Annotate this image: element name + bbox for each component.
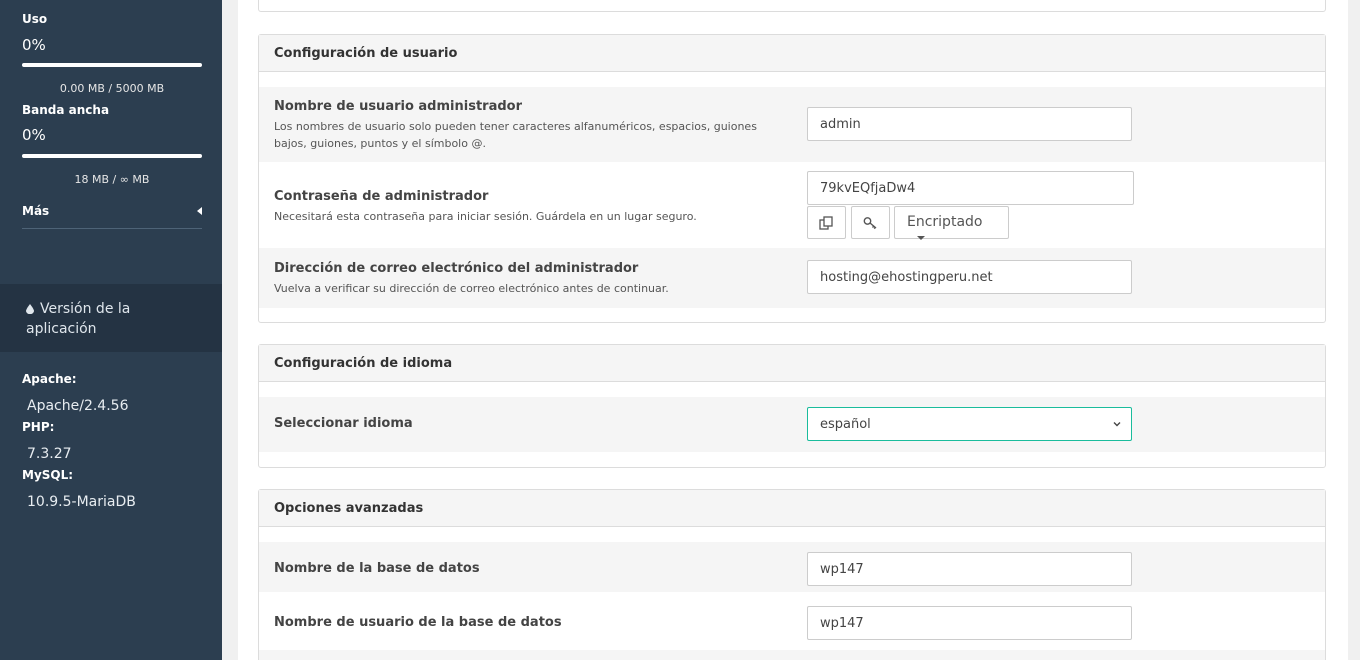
admin-email-description: Vuelva a verificar su dirección de corre… [274,282,669,295]
bandwidth-label: Banda ancha [22,103,110,117]
db-name-label: Nombre de la base de datos [274,561,480,576]
more-toggle[interactable]: Más [22,204,202,218]
app-version-header: Versión de la aplicación [0,284,222,352]
previous-section-card [258,0,1326,12]
next-row [259,650,1325,660]
more-label: Más [22,204,50,218]
php-label: PHP: [22,420,55,434]
encryption-dropdown[interactable]: Encriptado [894,206,1009,240]
apache-value: Apache/2.4.56 [27,398,129,414]
php-value: 7.3.27 [27,446,72,462]
admin-password-label: Contraseña de administrador [274,189,489,204]
db-name-row: Nombre de la base de datos wp147 [259,542,1325,592]
advanced-options-card: Opciones avanzadas Nombre de la base de … [258,489,1326,660]
key-icon [863,217,877,230]
language-row: Seleccionar idioma español [259,397,1325,452]
db-name-input[interactable]: wp147 [807,552,1132,586]
db-user-row: Nombre de usuario de la base de datos wp… [259,592,1325,647]
admin-username-input[interactable]: admin [807,107,1132,141]
main-content: Configuración de usuario Nombre de usuar… [238,0,1348,660]
language-config-card: Configuración de idioma Seleccionar idio… [258,344,1326,468]
usage-label: Uso [22,12,48,26]
bandwidth-progress-bar [22,154,202,158]
app-version-label: Versión de la aplicación [26,301,131,337]
encryption-label: Encriptado [907,214,983,230]
caret-down-icon [917,236,925,240]
caret-left-icon [197,207,202,215]
admin-password-description: Necesitará esta contraseña para iniciar … [274,210,697,223]
chevron-down-icon [1113,422,1121,427]
copy-icon [819,216,833,230]
sidebar-divider [22,228,202,229]
admin-user-row: Nombre de usuario administrador Los nomb… [259,87,1325,162]
language-select[interactable]: español [807,407,1132,441]
admin-user-description: Los nombres de usuario solo pueden tener… [274,120,757,150]
apache-label: Apache: [22,372,77,386]
admin-user-label: Nombre de usuario administrador [274,99,522,114]
droplet-icon [26,304,34,314]
db-user-label: Nombre de usuario de la base de datos [274,615,562,630]
bandwidth-percent: 0% [22,126,46,144]
usage-caption: 0.00 MB / 5000 MB [59,82,165,95]
usage-progress-bar [22,63,202,67]
language-config-title: Configuración de idioma [259,345,1325,382]
sidebar: Uso 0% 0.00 MB / 5000 MB Banda ancha 0% … [0,0,222,660]
select-language-label: Seleccionar idioma [274,416,413,431]
admin-password-row: Contraseña de administrador Necesitará e… [259,162,1325,248]
db-user-input[interactable]: wp147 [807,606,1132,640]
user-config-card: Configuración de usuario Nombre de usuar… [258,34,1326,323]
admin-email-input[interactable]: hosting@ehostingperu.net [807,260,1132,294]
generate-password-button[interactable] [851,206,890,239]
advanced-options-title: Opciones avanzadas [259,490,1325,527]
admin-password-input[interactable]: 79kvEQfjaDw4 [807,171,1134,205]
bandwidth-caption: 18 MB / ∞ MB [74,173,150,186]
language-selected-value: español [820,417,871,432]
usage-percent: 0% [22,36,46,54]
user-config-title: Configuración de usuario [259,35,1325,72]
admin-email-row: Dirección de correo electrónico del admi… [259,248,1325,308]
mysql-label: MySQL: [22,468,74,482]
mysql-value: 10.9.5-MariaDB [27,494,136,510]
copy-password-button[interactable] [807,206,846,239]
admin-email-label: Dirección de correo electrónico del admi… [274,261,639,276]
